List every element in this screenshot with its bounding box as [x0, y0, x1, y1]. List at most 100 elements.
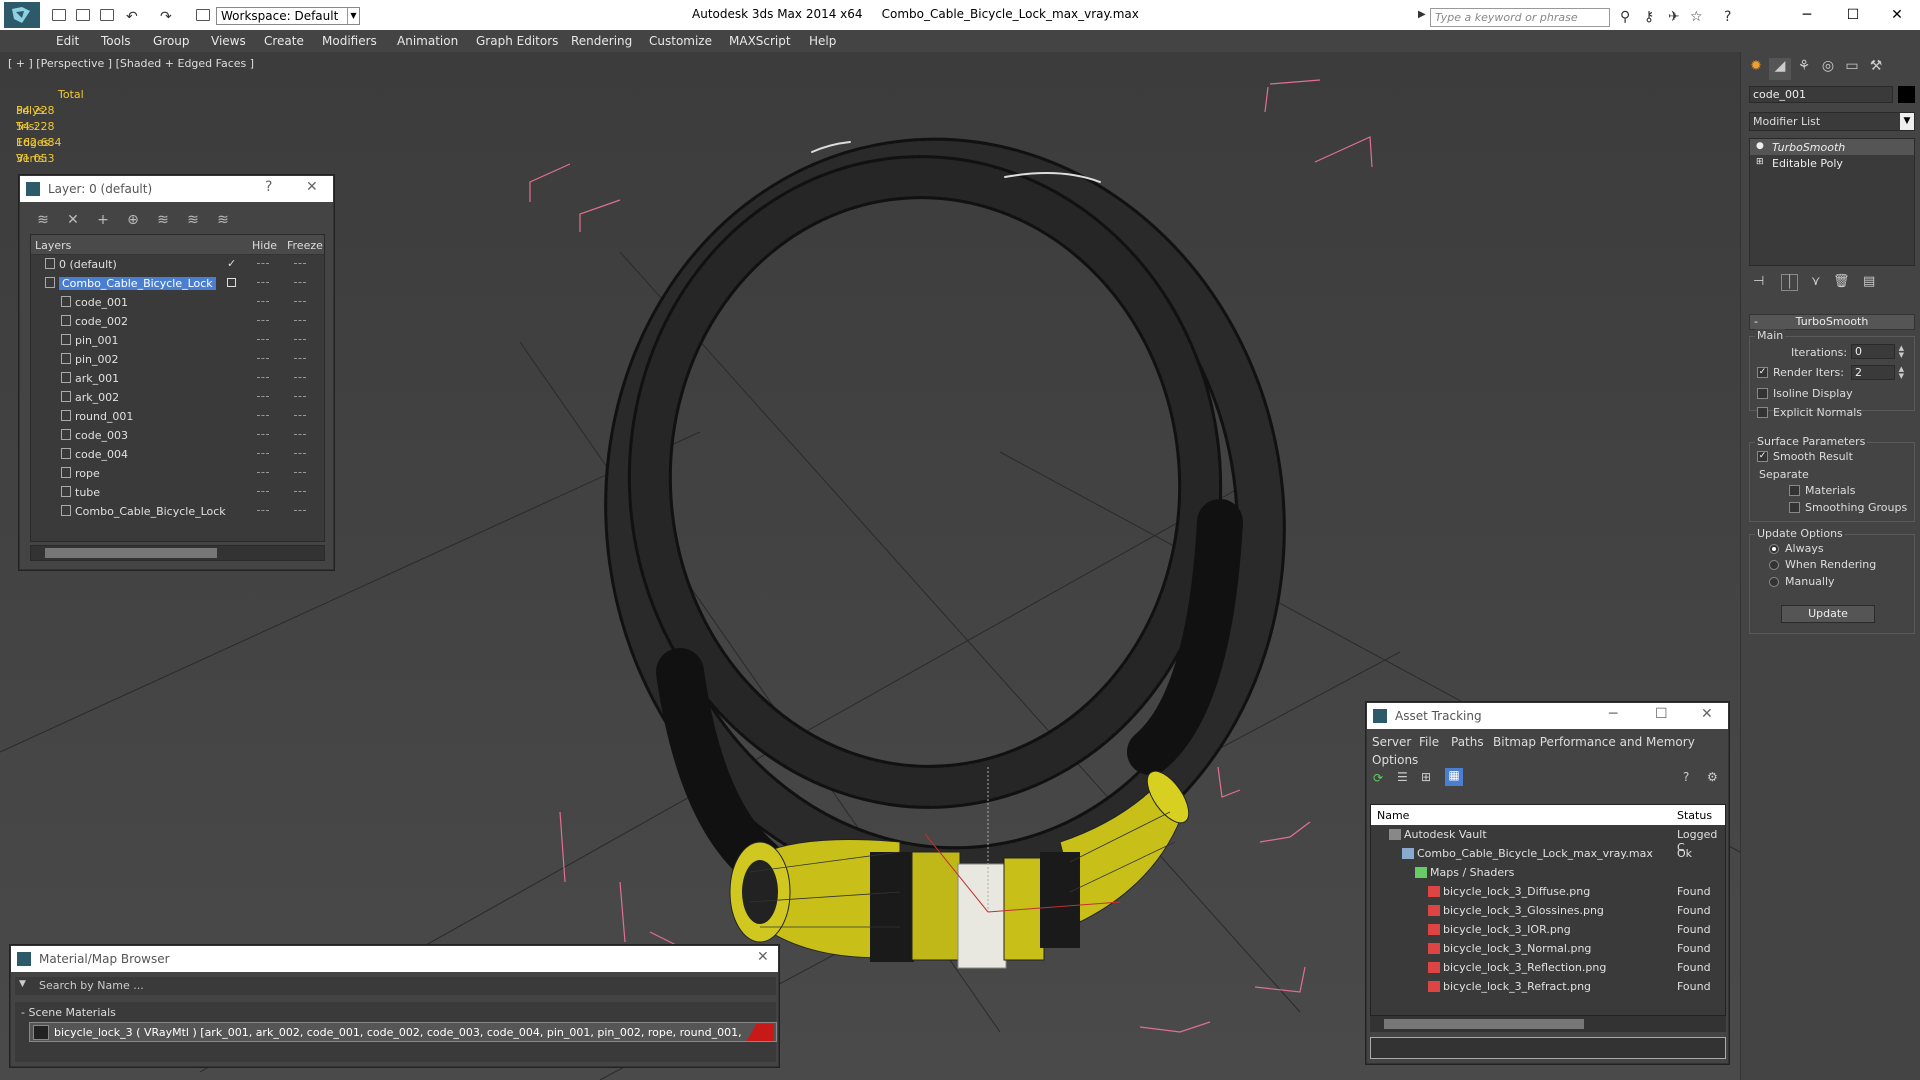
column-status[interactable]: Status [1677, 809, 1712, 822]
layer-row[interactable]: 0 (default) ✓ [31, 255, 324, 274]
list-view-icon[interactable]: ☰ [1397, 770, 1408, 784]
help-icon[interactable]: ? [265, 179, 272, 195]
explicit-normals-checkbox[interactable] [1757, 407, 1768, 418]
turbosmooth-rollout[interactable]: - TurboSmooth [1749, 314, 1915, 330]
hide-toggle[interactable] [257, 472, 269, 473]
stack-item-editable-poly[interactable]: ⊞ Editable Poly [1750, 155, 1914, 171]
hide-toggle[interactable] [257, 491, 269, 492]
delete-layer-icon[interactable]: ✕ [64, 212, 82, 230]
save-file-icon[interactable] [100, 9, 114, 21]
smoothing-groups-checkbox[interactable] [1789, 502, 1800, 513]
iterations-spinner[interactable]: 0 ▲ ▼ [1851, 344, 1904, 359]
layer-row[interactable]: Combo_Cable_Bicycle_Lock [31, 274, 324, 293]
menu-create[interactable]: Create [264, 34, 304, 48]
make-unique-icon[interactable]: ⋎ [1811, 274, 1821, 289]
menu-options[interactable]: Options [1372, 753, 1418, 767]
menu-server[interactable]: Server [1372, 735, 1411, 749]
hide-all-icon[interactable]: ≋ [184, 212, 202, 230]
minimize-icon[interactable]: ─ [1609, 706, 1617, 722]
hide-toggle[interactable] [257, 282, 269, 283]
layer-row[interactable]: ark_002 [31, 388, 324, 407]
help-icon[interactable]: ? [1724, 9, 1731, 25]
render-iters-spinner[interactable]: 2 ▲ ▼ [1851, 365, 1904, 380]
highlight-layer-icon[interactable]: ≋ [154, 212, 172, 230]
asset-row[interactable]: Autodesk Vault Logged C [1371, 825, 1725, 854]
freeze-toggle[interactable] [294, 472, 306, 473]
close-icon[interactable]: ✕ [306, 179, 318, 195]
hide-toggle[interactable] [257, 453, 269, 454]
column-layers[interactable]: Layers [35, 239, 71, 252]
pin-stack-icon[interactable]: ⊣ [1753, 274, 1764, 289]
asset-row[interactable]: bicycle_lock_3_Glossines.png Found [1371, 901, 1725, 920]
close-icon[interactable]: ✕ [1701, 706, 1713, 722]
close-button[interactable]: ✕ [1874, 4, 1920, 26]
freeze-toggle[interactable] [294, 339, 306, 340]
freeze-toggle[interactable] [294, 263, 306, 264]
app-menu-button[interactable] [4, 2, 40, 28]
asset-row[interactable]: bicycle_lock_3_Normal.png Found [1371, 939, 1725, 958]
freeze-toggle[interactable] [294, 491, 306, 492]
hierarchy-tab-icon[interactable]: ⚘ [1793, 58, 1815, 80]
freeze-toggle[interactable] [294, 377, 306, 378]
display-tab-icon[interactable]: ▭ [1841, 58, 1863, 80]
set-current-box-icon[interactable] [227, 278, 236, 287]
material-search-input[interactable]: ▼ Search by Name ... [15, 977, 776, 995]
menu-group[interactable]: Group [153, 34, 190, 48]
layer-row[interactable]: code_001 [31, 293, 324, 312]
hide-toggle[interactable] [257, 415, 269, 416]
table-view-icon[interactable]: ▦ [1445, 768, 1463, 786]
help-icon[interactable]: ? [1683, 770, 1689, 784]
manually-radio[interactable] [1769, 577, 1779, 587]
favorites-icon[interactable]: ☆ [1690, 9, 1703, 25]
new-file-icon[interactable] [52, 9, 66, 21]
asset-row[interactable]: bicycle_lock_3_Diffuse.png Found [1371, 882, 1725, 901]
binoculars-icon[interactable]: ⚲ [1620, 9, 1630, 25]
layer-row[interactable]: code_004 [31, 445, 324, 464]
menu-views[interactable]: Views [211, 34, 246, 48]
hide-toggle[interactable] [257, 320, 269, 321]
scene-materials-header[interactable]: - Scene Materials [21, 1006, 116, 1019]
filter-dropdown-icon[interactable]: ▼ [19, 979, 26, 989]
menu-tools[interactable]: Tools [101, 34, 131, 48]
expand-icon[interactable]: ▶ [1418, 9, 1426, 20]
menu-help[interactable]: Help [809, 34, 836, 48]
layer-row[interactable]: rope [31, 464, 324, 483]
smooth-result-checkbox[interactable]: ✓ [1757, 451, 1768, 462]
stack-item-turbosmooth[interactable]: ● TurboSmooth [1750, 139, 1914, 155]
hide-toggle[interactable] [257, 358, 269, 359]
current-layer-checkmark-icon[interactable]: ✓ [227, 257, 236, 270]
layer-row[interactable]: pin_001 [31, 331, 324, 350]
menu-file[interactable]: File [1419, 735, 1439, 749]
undo-icon[interactable]: ↶ [126, 9, 138, 25]
hide-toggle[interactable] [257, 263, 269, 264]
layer-row[interactable]: pin_002 [31, 350, 324, 369]
open-file-icon[interactable] [76, 9, 90, 21]
asset-path-field[interactable] [1370, 1037, 1726, 1059]
when-rendering-radio[interactable] [1769, 560, 1779, 570]
material-item[interactable]: bicycle_lock_3 ( VRayMtl ) [ark_001, ark… [29, 1022, 777, 1042]
maximize-icon[interactable]: ☐ [1655, 706, 1668, 722]
freeze-toggle[interactable] [294, 301, 306, 302]
menu-bitmap-performance[interactable]: Bitmap Performance and Memory [1493, 735, 1695, 749]
minimize-button[interactable]: ─ [1784, 4, 1830, 26]
asset-row[interactable]: bicycle_lock_3_Refract.png Found [1371, 977, 1725, 996]
refresh-icon[interactable]: ⟳ [1373, 771, 1383, 785]
freeze-toggle[interactable] [294, 510, 306, 511]
freeze-toggle[interactable] [294, 453, 306, 454]
create-tab-icon[interactable]: ✹ [1745, 58, 1767, 80]
asset-row[interactable]: Combo_Cable_Bicycle_Lock_max_vray.max Ok [1371, 844, 1725, 863]
asset-row[interactable]: bicycle_lock_3_Reflection.png Found [1371, 958, 1725, 977]
spinner-arrows-icon[interactable]: ▲ ▼ [1899, 366, 1904, 380]
material-browser-titlebar[interactable]: Material/Map Browser ✕ [11, 946, 778, 972]
configure-sets-icon[interactable]: ▤ [1863, 274, 1875, 289]
update-button[interactable]: Update [1781, 605, 1875, 623]
motion-tab-icon[interactable]: ◎ [1817, 58, 1839, 80]
object-color-swatch[interactable] [1898, 86, 1915, 103]
asset-tracking-titlebar[interactable]: Asset Tracking ─ ☐ ✕ [1367, 703, 1728, 729]
maximize-button[interactable]: ☐ [1830, 4, 1876, 26]
workspace-dropdown[interactable]: Workspace: Default ▼ [216, 7, 360, 25]
asset-row[interactable]: Maps / Shaders [1371, 863, 1725, 882]
subscription-icon[interactable]: ⚷ [1644, 9, 1654, 25]
asset-row[interactable]: bicycle_lock_3_IOR.png Found [1371, 920, 1725, 939]
freeze-toggle[interactable] [294, 396, 306, 397]
